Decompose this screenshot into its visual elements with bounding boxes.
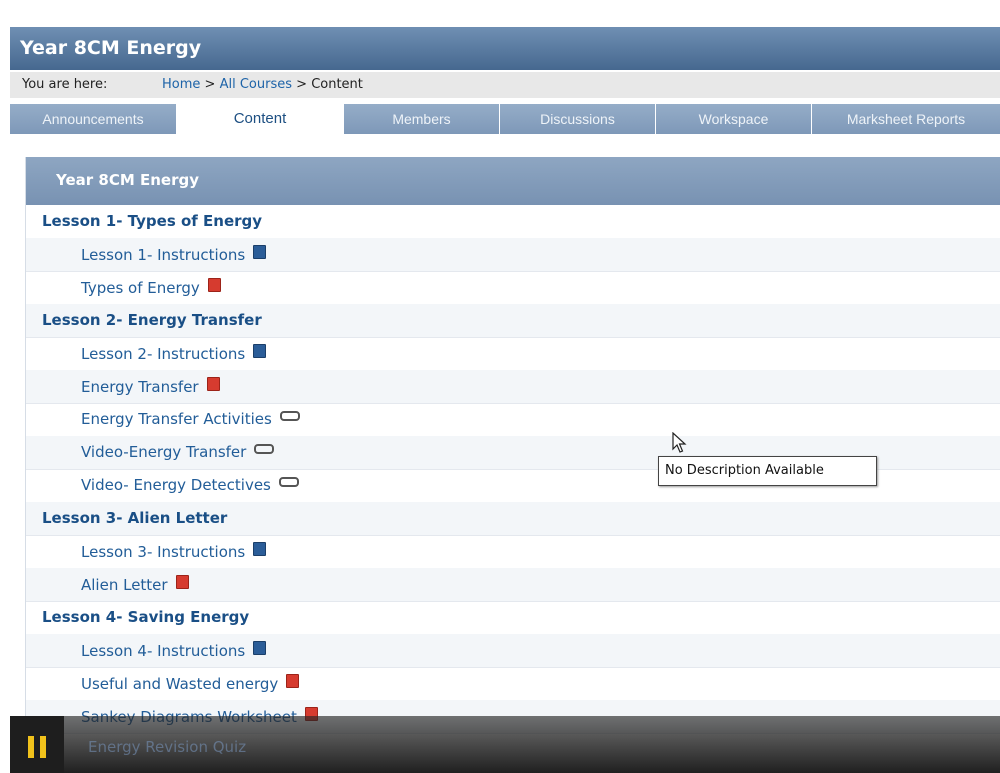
lesson-folder-link[interactable]: Lesson 4- Saving Energy: [42, 608, 249, 626]
content-item-link[interactable]: Energy Transfer Activities: [81, 410, 300, 428]
lesson-folder-row: Lesson 3- Alien Letter: [26, 502, 1000, 536]
breadcrumb-home-link[interactable]: Home: [162, 77, 200, 92]
obscured-row-text: Energy Revision Quiz: [88, 738, 247, 756]
tab-workspace[interactable]: Workspace: [656, 104, 812, 134]
lesson-folder-link[interactable]: Lesson 2- Energy Transfer: [42, 311, 262, 329]
link-icon: [278, 477, 299, 487]
content-item-row: Useful and Wasted energy: [26, 667, 1000, 701]
mouse-cursor-icon: [672, 431, 688, 454]
video-player-bar: Energy Revision Quiz: [10, 716, 1000, 773]
course-title: Year 8CM Energy: [20, 37, 202, 59]
pause-button[interactable]: [10, 716, 64, 773]
tab-content[interactable]: Content: [177, 104, 344, 138]
content-item-row: Lesson 2- Instructions: [26, 337, 1000, 371]
lesson-folder-row: Lesson 2- Energy Transfer: [26, 304, 1000, 338]
app-frame: Year 8CM Energy You are here: Home > All…: [0, 0, 1000, 773]
tooltip-text: No Description Available: [665, 463, 824, 478]
breadcrumb-trail: Home > All Courses > Content: [162, 77, 363, 92]
pdf-icon: [286, 674, 300, 688]
lesson-folder-row: Lesson 4- Saving Energy: [26, 601, 1000, 635]
content-item-row: Types of Energy: [26, 271, 1000, 305]
content-item-row: Lesson 1- Instructions: [26, 238, 1000, 272]
link-icon: [254, 444, 275, 454]
content-item-link[interactable]: Alien Letter: [81, 575, 189, 594]
link-icon: [279, 411, 300, 421]
content-item-link[interactable]: Video- Energy Detectives: [81, 476, 299, 494]
content-item-row: Energy Transfer Activities: [26, 403, 1000, 437]
content-item-row: Lesson 4- Instructions: [26, 634, 1000, 668]
content-item-row: Lesson 3- Instructions: [26, 535, 1000, 569]
content-item-link[interactable]: Types of Energy: [81, 278, 221, 297]
lesson-folder-link[interactable]: Lesson 1- Types of Energy: [42, 212, 262, 230]
content-item-link[interactable]: Lesson 4- Instructions: [81, 641, 267, 660]
lesson-folder-row: Lesson 1- Types of Energy: [26, 205, 1000, 239]
doc-icon: [253, 344, 267, 358]
description-tooltip: No Description Available: [658, 456, 877, 486]
content-item-link[interactable]: Lesson 3- Instructions: [81, 542, 267, 561]
breadcrumb-current: Content: [311, 77, 363, 92]
breadcrumb-all-courses-link[interactable]: All Courses: [220, 77, 292, 92]
content-item-row: Energy Transfer: [26, 370, 1000, 404]
breadcrumb-label: You are here:: [22, 77, 108, 92]
course-header: Year 8CM Energy: [10, 27, 1000, 70]
tab-announcements[interactable]: Announcements: [10, 104, 177, 134]
tab-discussions[interactable]: Discussions: [500, 104, 656, 134]
breadcrumb-separator: >: [296, 77, 308, 92]
lesson-folder-link[interactable]: Lesson 3- Alien Letter: [42, 509, 227, 527]
content-section-header: Year 8CM Energy: [26, 157, 1000, 205]
course-tabs: Announcements Content Members Discussion…: [10, 104, 1000, 138]
content-item-link[interactable]: Video-Energy Transfer: [81, 443, 275, 461]
breadcrumb: You are here: Home > All Courses > Conte…: [10, 72, 1000, 98]
content-item-row: Alien Letter: [26, 568, 1000, 602]
pdf-icon: [206, 377, 220, 391]
content-item-link[interactable]: Useful and Wasted energy: [81, 674, 300, 693]
tab-marksheet-reports[interactable]: Marksheet Reports: [812, 104, 1000, 134]
section-title: Year 8CM Energy: [56, 171, 200, 189]
tab-members[interactable]: Members: [344, 104, 500, 134]
doc-icon: [253, 542, 267, 556]
doc-icon: [253, 641, 267, 655]
breadcrumb-separator: >: [204, 77, 216, 92]
content-item-link[interactable]: Lesson 1- Instructions: [81, 245, 267, 264]
doc-icon: [253, 245, 267, 259]
pdf-icon: [207, 278, 221, 292]
content-item-link[interactable]: Energy Transfer: [81, 377, 220, 396]
content-item-link[interactable]: Lesson 2- Instructions: [81, 344, 267, 363]
pdf-icon: [175, 575, 189, 589]
